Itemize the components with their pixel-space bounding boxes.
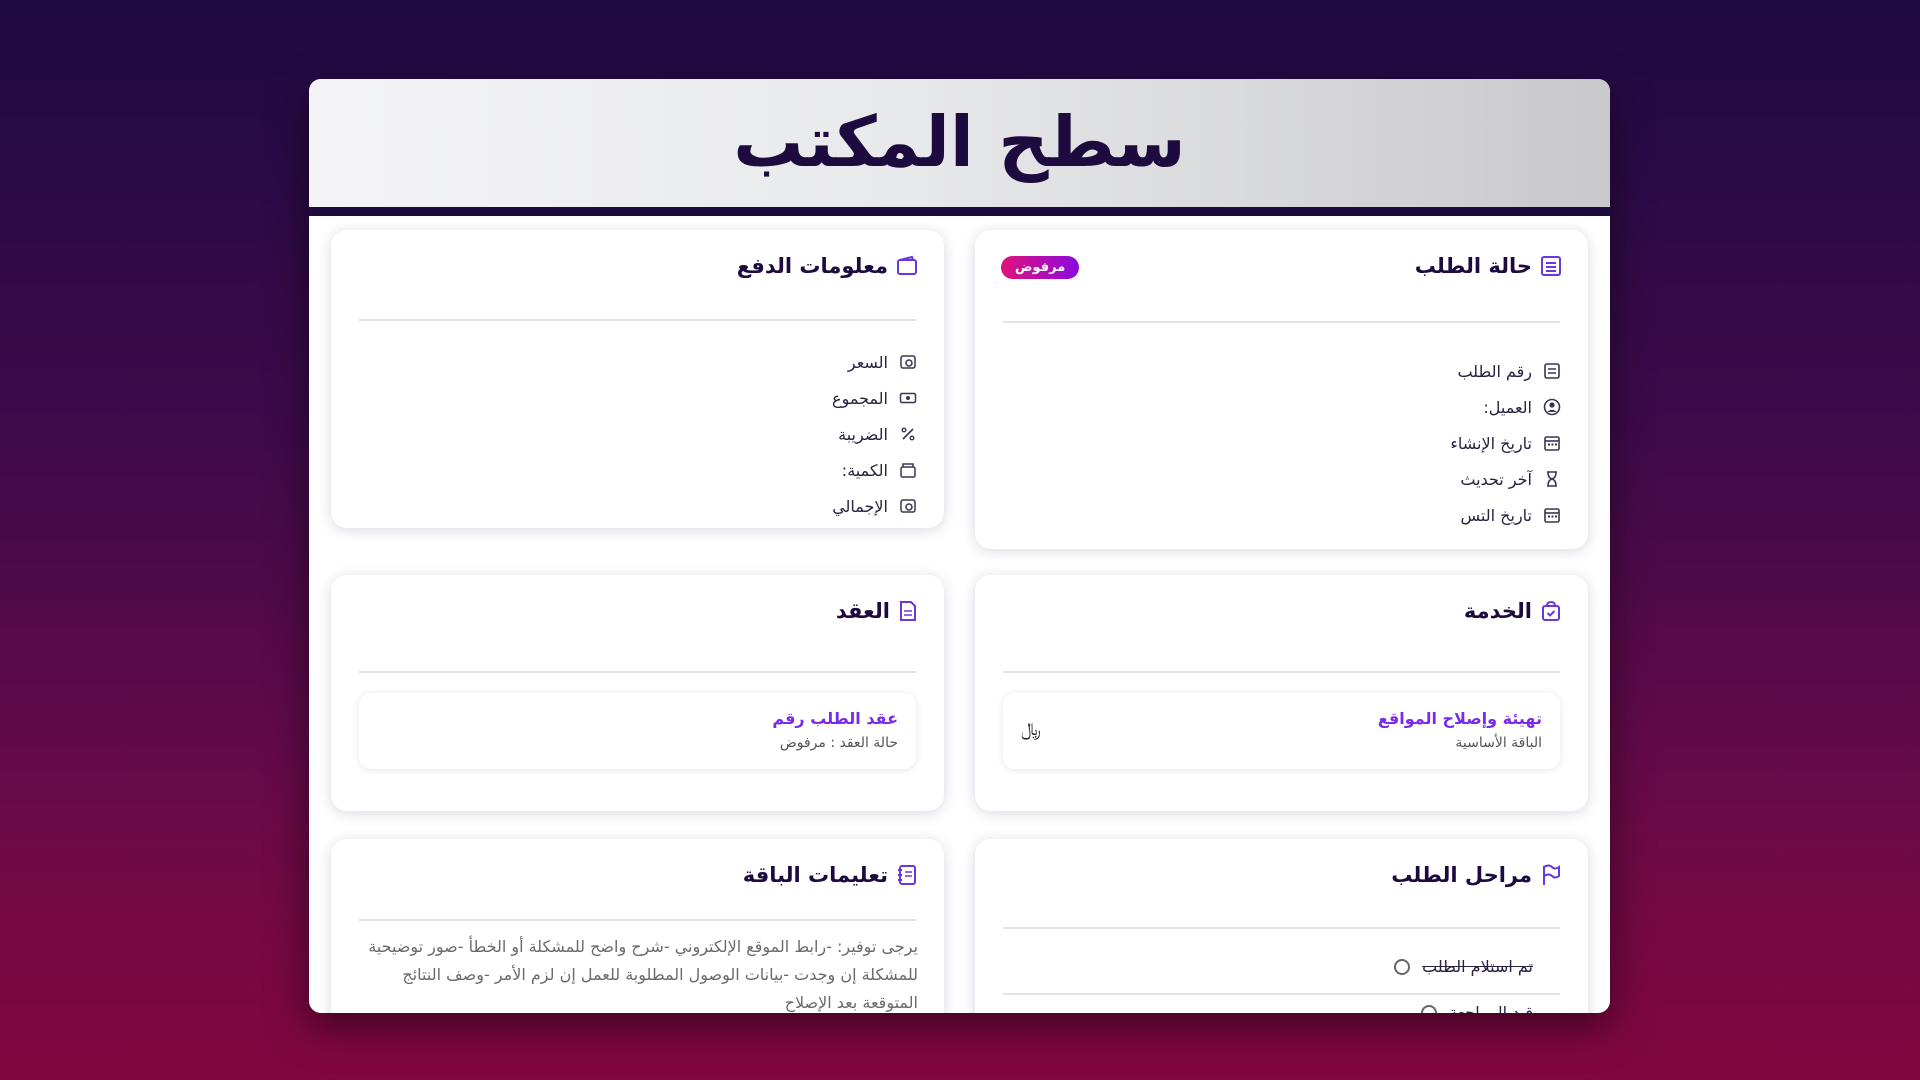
client-row: العميل: [1450, 389, 1562, 425]
divider [359, 671, 916, 673]
subtotal-label: المجموع [832, 388, 888, 408]
order-status-card: حالة الطلب مرفوض رقم الطلب العميل: تاريخ… [975, 230, 1588, 549]
stage-circle-icon [1394, 958, 1411, 975]
created-date-label: تاريخ الإنشاء [1450, 433, 1532, 453]
stage-circle-icon [1421, 1004, 1437, 1013]
client-label: العميل: [1483, 397, 1532, 417]
payment-title: معلومات الدفع [737, 254, 918, 278]
delivery-date-label: تاريخ التس [1460, 505, 1532, 525]
stage-label: تم استلام الطلب [1422, 957, 1533, 976]
order-status-title-text: حالة الطلب [1414, 254, 1532, 278]
money-icon [898, 497, 918, 515]
contract-title: العقد [836, 599, 918, 623]
box-icon [898, 461, 918, 479]
order-status-rows: رقم الطلب العميل: تاريخ الإنشاء آخر تحدي… [1450, 353, 1562, 533]
price-row: السعر [832, 344, 918, 380]
service-title: الخدمة [1464, 599, 1562, 623]
document-icon [898, 600, 918, 622]
dashboard-window: سطح المكتب حالة الطلب مرفوض رقم الطلب ال… [309, 79, 1610, 1013]
stage-item: قيد المراجعة [1421, 1003, 1533, 1013]
contract-card: العقد عقد الطلب رقم حالة العقد : مرفوض [331, 575, 944, 811]
service-card: الخدمة تهيئة وإصلاح المواقع الباقة الأسا… [975, 575, 1588, 811]
last-update-label: آخر تحديث [1460, 469, 1532, 489]
divider [1003, 993, 1560, 995]
notepad-icon [896, 864, 918, 886]
contract-status: حالة العقد : مرفوض [779, 735, 898, 751]
order-stages-card: مراحل الطلب تم استلام الطلب قيد المراجعة [975, 839, 1588, 1013]
tax-row: الضريبة [832, 416, 918, 452]
divider [359, 319, 916, 321]
document-list-icon [1540, 255, 1562, 277]
service-package: الباقة الأساسية [1455, 735, 1542, 751]
order-number-label: رقم الطلب [1457, 361, 1532, 381]
service-price: ﷼ [1021, 719, 1041, 740]
last-update-row: آخر تحديث [1450, 461, 1562, 497]
order-number-row: رقم الطلب [1450, 353, 1562, 389]
contract-item[interactable]: عقد الطلب رقم حالة العقد : مرفوض [359, 693, 916, 769]
list-icon [1542, 362, 1562, 380]
money-icon [898, 353, 918, 371]
instructions-title: تعليمات الباقة [743, 863, 918, 887]
calendar-icon [1542, 506, 1562, 524]
stages-title-text: مراحل الطلب [1391, 863, 1532, 887]
user-circle-icon [1542, 398, 1562, 416]
hourglass-icon [1542, 470, 1562, 488]
service-item[interactable]: تهيئة وإصلاح المواقع الباقة الأساسية ﷼ [1003, 693, 1560, 769]
wallet-icon [896, 255, 918, 277]
package-instructions-card: تعليمات الباقة يرجى توفير: -رابط الموقع … [331, 839, 944, 1013]
contract-name: عقد الطلب رقم [772, 709, 898, 728]
divider [359, 919, 916, 921]
total-row: الإجمالي [832, 488, 918, 524]
contract-title-text: العقد [835, 599, 890, 623]
delivery-date-row: تاريخ التس [1450, 497, 1562, 533]
flag-icon [1540, 864, 1562, 886]
service-name: تهيئة وإصلاح المواقع [1377, 709, 1542, 728]
divider [1003, 927, 1560, 929]
price-label: السعر [847, 352, 888, 372]
tax-label: الضريبة [838, 424, 888, 444]
percent-icon [898, 425, 918, 443]
shopping-bag-icon [1540, 600, 1562, 622]
payment-title-text: معلومات الدفع [736, 254, 888, 278]
total-label: الإجمالي [832, 496, 888, 516]
stage-label: قيد المراجعة [1449, 1003, 1533, 1013]
divider [1003, 671, 1560, 673]
status-badge: مرفوض [1001, 256, 1080, 279]
service-title-text: الخدمة [1463, 599, 1532, 623]
stages-title: مراحل الطلب [1391, 863, 1562, 887]
order-status-title: حالة الطلب [1415, 254, 1562, 278]
payment-rows: السعر المجموع الضريبة الكمية: الإجمالي [832, 344, 918, 524]
quantity-row: الكمية: [832, 452, 918, 488]
cash-icon [898, 389, 918, 407]
subtotal-row: المجموع [832, 380, 918, 416]
created-date-row: تاريخ الإنشاء [1450, 425, 1562, 461]
quantity-label: الكمية: [841, 460, 888, 480]
payment-info-card: معلومات الدفع السعر المجموع الضريبة الكم… [331, 230, 944, 528]
calendar-icon [1542, 434, 1562, 452]
page-header: سطح المكتب [309, 79, 1610, 216]
stage-item: تم استلام الطلب [1394, 957, 1533, 976]
instructions-title-text: تعليمات الباقة [742, 863, 888, 887]
page-title: سطح المكتب [733, 101, 1186, 183]
instructions-text: يرجى توفير: -رابط الموقع الإلكتروني -شرح… [368, 937, 918, 1012]
divider [1003, 321, 1560, 323]
